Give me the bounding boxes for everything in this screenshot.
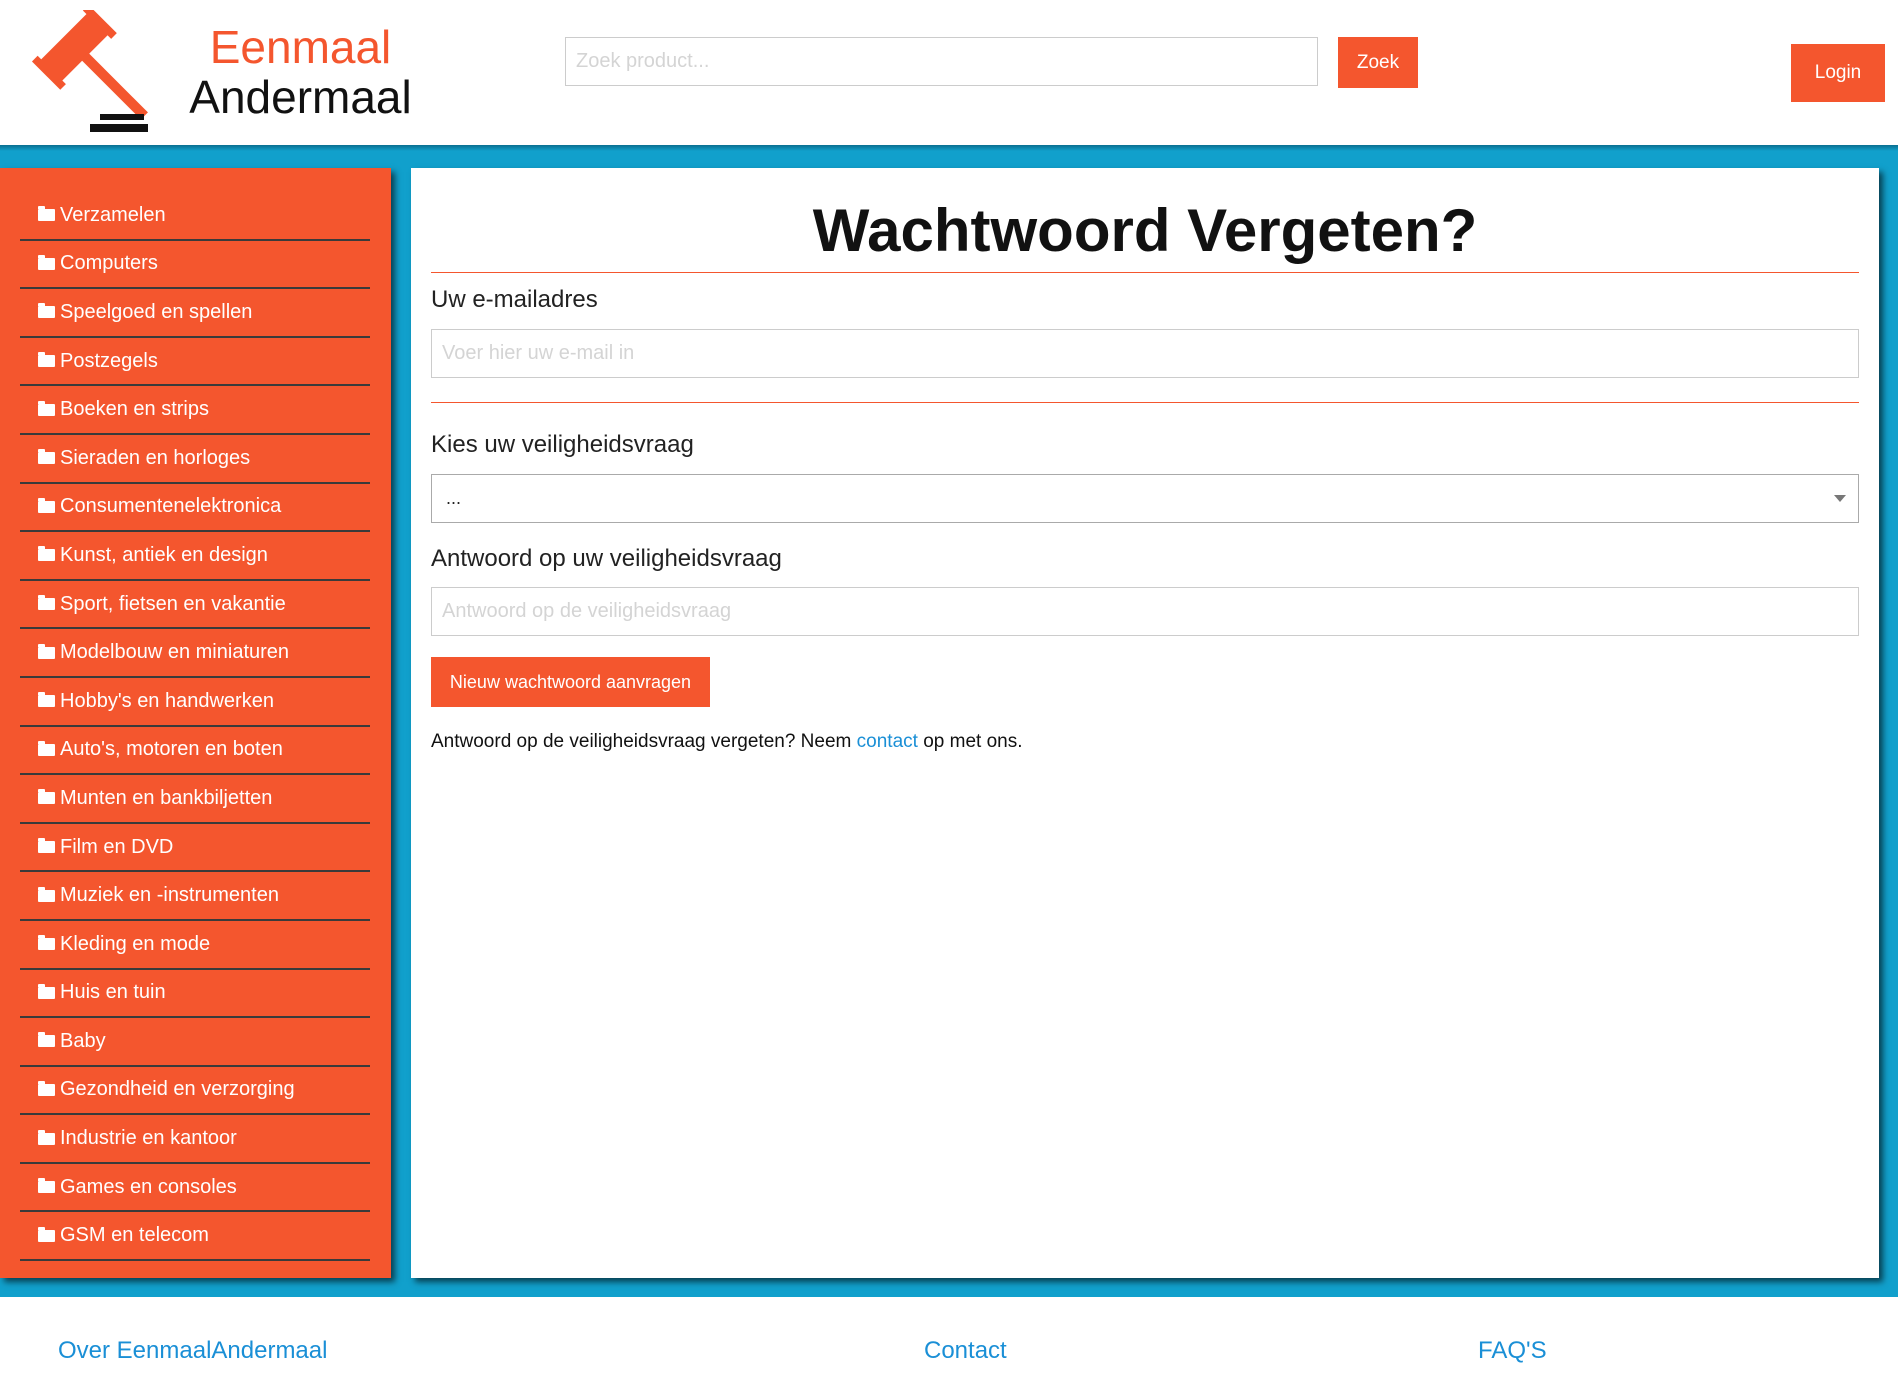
search-input[interactable] bbox=[565, 37, 1318, 86]
folder-icon bbox=[38, 1032, 55, 1048]
sidebar-item-label: Modelbouw en miniaturen bbox=[60, 641, 290, 664]
sidebar-item-label: Munten en bankbiljetten bbox=[60, 786, 273, 809]
sidebar-item-label: Sieraden en horloges bbox=[60, 446, 251, 469]
sidebar-item-label: Baby bbox=[60, 1029, 106, 1052]
folder-icon bbox=[38, 983, 55, 999]
security-question-value: ... bbox=[446, 488, 462, 508]
sidebar-item-sport[interactable]: Sport, fietsen en vakantie bbox=[20, 581, 370, 630]
sidebar-item-label: Gezondheid en verzorging bbox=[60, 1078, 295, 1101]
sidebar-item-label: Industrie en kantoor bbox=[60, 1127, 237, 1150]
sidebar-item-postzegels[interactable]: Postzegels bbox=[20, 338, 370, 387]
footer-faq-link[interactable]: FAQ'S bbox=[1478, 1337, 1547, 1365]
sidebar-item-industrie[interactable]: Industrie en kantoor bbox=[20, 1115, 370, 1164]
sidebar-item-verzamelen[interactable]: Verzamelen bbox=[20, 192, 370, 241]
sidebar-item-label: Hobby's en handwerken bbox=[60, 689, 274, 712]
email-divider bbox=[431, 402, 1859, 403]
sidebar-item-munten[interactable]: Munten en bankbiljetten bbox=[20, 775, 370, 824]
folder-icon bbox=[38, 595, 55, 611]
sidebar-item-label: Kunst, antiek en design bbox=[60, 543, 268, 566]
sidebar-item-label: Boeken en strips bbox=[60, 398, 209, 421]
logo-line-2: Andermaal bbox=[189, 71, 412, 123]
sidebar-item-label: Computers bbox=[60, 252, 158, 275]
security-answer-label: Antwoord op uw veiligheidsvraag bbox=[431, 545, 782, 572]
sidebar-item-label: Postzegels bbox=[60, 349, 158, 372]
sidebar-item-label: Kleding en mode bbox=[60, 932, 211, 955]
search-button[interactable]: Zoek bbox=[1338, 37, 1418, 88]
sidebar-item-kleding[interactable]: Kleding en mode bbox=[20, 921, 370, 970]
folder-icon bbox=[38, 206, 55, 222]
folder-icon bbox=[38, 303, 55, 319]
help-text: Antwoord op de veiligheidsvraag vergeten… bbox=[431, 731, 1022, 753]
sidebar-item-sieraden[interactable]: Sieraden en horloges bbox=[20, 435, 370, 484]
sidebar-item-modelbouw[interactable]: Modelbouw en miniaturen bbox=[20, 629, 370, 678]
sidebar-item-label: Consumentenelektronica bbox=[60, 495, 282, 518]
sidebar-item-hobbys[interactable]: Hobby's en handwerken bbox=[20, 678, 370, 727]
footer-contact-link[interactable]: Contact bbox=[924, 1337, 1007, 1365]
title-divider bbox=[431, 272, 1859, 273]
sidebar-item-huis[interactable]: Huis en tuin bbox=[20, 970, 370, 1019]
sidebar-item-gsm[interactable]: GSM en telecom bbox=[20, 1212, 370, 1262]
sidebar-item-games[interactable]: Games en consoles bbox=[20, 1164, 370, 1213]
folder-icon bbox=[38, 1178, 55, 1194]
folder-icon bbox=[38, 546, 55, 562]
sidebar-item-kunst[interactable]: Kunst, antiek en design bbox=[20, 532, 370, 581]
sidebar-item-label: Film en DVD bbox=[60, 835, 174, 858]
folder-icon bbox=[38, 1226, 55, 1242]
folder-icon bbox=[38, 740, 55, 756]
site-footer: Over EenmaalAndermaal Contact FAQ'S bbox=[0, 1297, 1898, 1400]
folder-icon bbox=[38, 1080, 55, 1096]
folder-icon bbox=[38, 643, 55, 659]
folder-icon bbox=[38, 789, 55, 805]
folder-icon bbox=[38, 449, 55, 465]
email-label: Uw e-mailadres bbox=[431, 286, 598, 313]
site-header: Eenmaal Andermaal Zoek Login bbox=[0, 0, 1898, 145]
sidebar-item-boeken[interactable]: Boeken en strips bbox=[20, 386, 370, 435]
site-logo-text[interactable]: Eenmaal Andermaal bbox=[188, 22, 413, 122]
folder-icon bbox=[38, 886, 55, 902]
security-answer-field[interactable] bbox=[431, 587, 1859, 636]
category-sidebar: Verzamelen Computers Speelgoed en spelle… bbox=[0, 168, 391, 1278]
sidebar-item-consumentenelektronica[interactable]: Consumentenelektronica bbox=[20, 484, 370, 533]
folder-icon bbox=[38, 254, 55, 270]
sidebar-item-autos[interactable]: Auto's, motoren en boten bbox=[20, 727, 370, 776]
folder-icon bbox=[38, 497, 55, 513]
sidebar-item-baby[interactable]: Baby bbox=[20, 1018, 370, 1067]
help-text-before: Antwoord op de veiligheidsvraag vergeten… bbox=[431, 731, 857, 752]
sidebar-item-speelgoed[interactable]: Speelgoed en spellen bbox=[20, 289, 370, 338]
footer-about-link[interactable]: Over EenmaalAndermaal bbox=[58, 1337, 327, 1365]
logo-line-1: Eenmaal bbox=[209, 21, 392, 73]
folder-icon bbox=[38, 935, 55, 951]
request-password-button[interactable]: Nieuw wachtwoord aanvragen bbox=[431, 657, 710, 707]
sidebar-item-gezondheid[interactable]: Gezondheid en verzorging bbox=[20, 1067, 370, 1116]
sidebar-item-label: Auto's, motoren en boten bbox=[60, 738, 283, 761]
login-button[interactable]: Login bbox=[1791, 44, 1885, 102]
help-text-after: op met ons. bbox=[917, 731, 1023, 752]
folder-icon bbox=[38, 400, 55, 416]
security-question-label: Kies uw veiligheidsvraag bbox=[431, 431, 694, 458]
forgot-password-panel: Wachtwoord Vergeten? Uw e-mailadres Kies… bbox=[411, 168, 1879, 1278]
page-title: Wachtwoord Vergeten? bbox=[812, 197, 1478, 264]
sidebar-item-film[interactable]: Film en DVD bbox=[20, 824, 370, 873]
folder-icon bbox=[38, 692, 55, 708]
sidebar-item-label: GSM en telecom bbox=[60, 1224, 209, 1247]
sidebar-item-label: Sport, fietsen en vakantie bbox=[60, 592, 286, 615]
header-shadow bbox=[0, 145, 1898, 151]
chevron-down-icon bbox=[1834, 495, 1846, 502]
security-question-select[interactable]: ... bbox=[431, 474, 1859, 523]
sidebar-item-label: Huis en tuin bbox=[60, 981, 166, 1004]
email-field[interactable] bbox=[431, 329, 1859, 378]
contact-link[interactable]: contact bbox=[857, 731, 918, 752]
folder-icon bbox=[38, 1129, 55, 1145]
folder-icon bbox=[38, 838, 55, 854]
sidebar-item-label: Verzamelen bbox=[60, 203, 166, 226]
auction-gavel-icon[interactable] bbox=[10, 10, 160, 135]
sidebar-item-muziek[interactable]: Muziek en -instrumenten bbox=[20, 872, 370, 921]
sidebar-item-computers[interactable]: Computers bbox=[20, 241, 370, 290]
sidebar-item-label: Games en consoles bbox=[60, 1175, 237, 1198]
sidebar-item-label: Muziek en -instrumenten bbox=[60, 884, 279, 907]
sidebar-item-label: Speelgoed en spellen bbox=[60, 300, 253, 323]
folder-icon bbox=[38, 352, 55, 368]
